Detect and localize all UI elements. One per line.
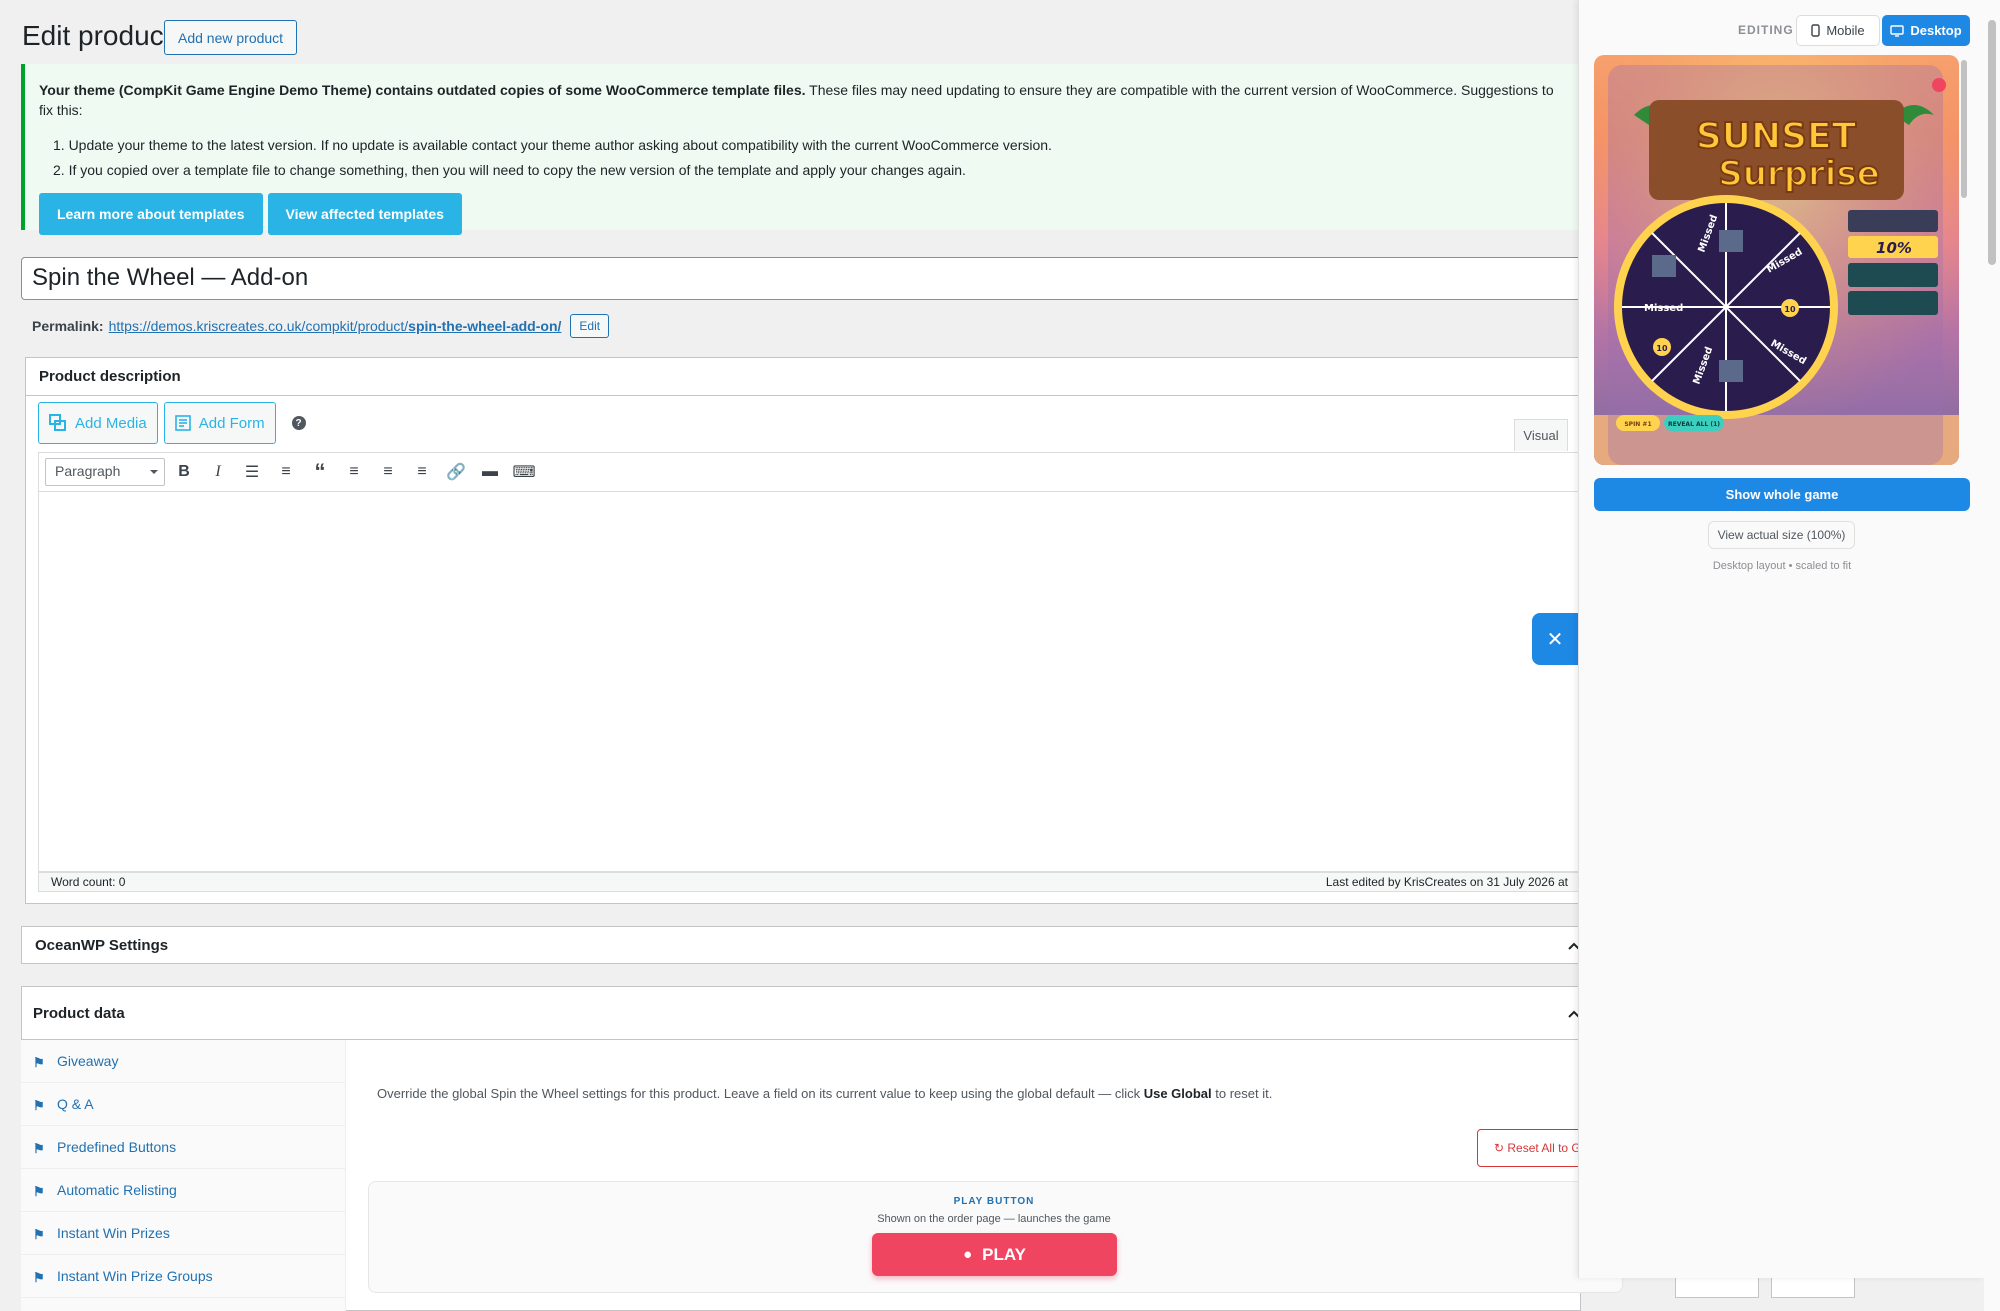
game-title-line-1: SUNSET bbox=[1696, 116, 1857, 157]
prize-card bbox=[1848, 263, 1938, 287]
prize-coin-label: 10 bbox=[1656, 344, 1668, 353]
prize-thumbnail bbox=[1652, 255, 1676, 277]
wheel-icon: ⚑ bbox=[33, 1184, 45, 1199]
bold-icon[interactable]: B bbox=[169, 458, 199, 486]
format-select[interactable]: Paragraph bbox=[45, 458, 165, 486]
product-description-heading: Product description bbox=[26, 358, 1580, 396]
game-title-line-2: Surprise bbox=[1718, 154, 1880, 194]
add-media-button[interactable]: Add Media bbox=[38, 402, 158, 444]
trophy-icon: ● bbox=[963, 1246, 973, 1263]
prize-coin-label: 10 bbox=[1784, 305, 1796, 314]
thumbnail[interactable] bbox=[1675, 1276, 1759, 1298]
oceanwp-settings-heading: OceanWP Settings bbox=[35, 937, 169, 954]
wheel-icon: ⚑ bbox=[33, 1098, 45, 1113]
link-icon[interactable]: 🔗 bbox=[441, 458, 471, 486]
read-more-icon[interactable]: ▬ bbox=[475, 458, 505, 486]
tab-qa[interactable]: ⚑ Q & A bbox=[21, 1083, 345, 1126]
tab-instant-win-prize-groups[interactable]: ⚑ Instant Win Prize Groups bbox=[21, 1255, 345, 1298]
notice-list-item: 1. Update your theme to the latest versi… bbox=[53, 137, 1052, 153]
play-button[interactable]: ● PLAY bbox=[872, 1233, 1117, 1276]
tab-automatic-relisting[interactable]: ⚑ Automatic Relisting bbox=[21, 1169, 345, 1212]
editing-label: EDITING bbox=[1738, 23, 1794, 37]
form-icon bbox=[174, 415, 191, 431]
reset-all-button[interactable]: ↻ Reset All to G bbox=[1477, 1129, 1587, 1167]
notice-bold-text: Your theme (CompKit Game Engine Demo The… bbox=[39, 82, 806, 98]
editor-content-area[interactable] bbox=[38, 492, 1581, 872]
media-icon bbox=[49, 414, 66, 431]
close-icon: ✕ bbox=[1546, 628, 1564, 651]
monitor-icon bbox=[1890, 24, 1905, 37]
mobile-toggle[interactable]: Mobile bbox=[1796, 15, 1880, 46]
toolbar-toggle-icon[interactable]: ⌨ bbox=[509, 458, 539, 486]
phone-icon bbox=[1811, 24, 1821, 37]
align-left-icon[interactable]: ≡ bbox=[339, 458, 369, 486]
spin-chip-label: SPIN #1 bbox=[1624, 421, 1651, 428]
align-center-icon[interactable]: ≡ bbox=[373, 458, 403, 486]
layout-note: Desktop layout • scaled to fit bbox=[1712, 560, 1852, 572]
reveal-chip-label: REVEAL ALL (1) bbox=[1668, 421, 1720, 428]
override-description: Override the global Spin the Wheel setti… bbox=[377, 1086, 1273, 1101]
notice-list-item: 2. If you copied over a template file to… bbox=[53, 162, 966, 178]
italic-icon[interactable]: I bbox=[203, 458, 233, 486]
thumbnail[interactable] bbox=[1771, 1276, 1855, 1298]
word-count: Word count: 0 bbox=[51, 875, 126, 889]
prize-card bbox=[1848, 210, 1938, 232]
preview-scrollbar[interactable] bbox=[1961, 60, 1967, 198]
permalink-label: Permalink: bbox=[32, 318, 104, 334]
wheel-icon: ⚑ bbox=[33, 1270, 45, 1285]
page-title: Edit product bbox=[22, 20, 172, 51]
oceanwp-settings-box[interactable]: OceanWP Settings bbox=[21, 926, 1581, 964]
editor-toolbar: Paragraph B I ☰ ≡ “ ≡ ≡ ≡ 🔗 ▬ ⌨ bbox=[38, 452, 1581, 492]
view-actual-size-button[interactable]: View actual size (100%) bbox=[1708, 521, 1855, 549]
play-button-label: PLAY BUTTON bbox=[953, 1196, 1035, 1207]
tab-predefined-buttons[interactable]: ⚑ Predefined Buttons bbox=[21, 1126, 345, 1169]
tab-instant-win-prizes[interactable]: ⚑ Instant Win Prizes bbox=[21, 1212, 345, 1255]
view-affected-templates-button[interactable]: View affected templates bbox=[267, 193, 462, 235]
add-new-product-button[interactable]: Add new product bbox=[164, 20, 298, 55]
notice-list: 1. Update your theme to the latest versi… bbox=[53, 133, 1566, 183]
permalink-edit-button[interactable]: Edit bbox=[570, 314, 610, 338]
wheel-icon: ⚑ bbox=[33, 1055, 45, 1070]
wheel-segment-label: Missed bbox=[1644, 303, 1683, 314]
product-data-heading: Product data bbox=[22, 987, 1580, 1040]
learn-more-templates-button[interactable]: Learn more about templates bbox=[39, 193, 263, 235]
bullet-list-icon[interactable]: ☰ bbox=[237, 458, 267, 486]
play-button-subtext: Shown on the order page — launches the g… bbox=[877, 1213, 1111, 1225]
prize-card bbox=[1848, 291, 1938, 315]
wheel-icon: ⚑ bbox=[33, 1227, 45, 1242]
last-edited: Last edited by KrisCreates on 31 July 20… bbox=[1325, 875, 1568, 889]
prize-thumbnail bbox=[1719, 360, 1743, 382]
desktop-toggle[interactable]: Desktop bbox=[1882, 15, 1970, 46]
page-scrollbar-thumb[interactable] bbox=[1988, 20, 1996, 265]
blockquote-icon[interactable]: “ bbox=[305, 458, 335, 486]
tab-visual[interactable]: Visual bbox=[1514, 419, 1568, 451]
editor-status-bar: Word count: 0 Last edited by KrisCreates… bbox=[38, 872, 1581, 892]
template-notice: Your theme (CompKit Game Engine Demo The… bbox=[21, 64, 1580, 235]
wheel-icon: ⚑ bbox=[33, 1141, 45, 1156]
game-preview[interactable]: SUNSET Surprise Missed Missed Missed Mis… bbox=[1594, 55, 1959, 465]
prize-percent: 10% bbox=[1876, 239, 1912, 257]
tab-giveaway[interactable]: ⚑ Giveaway bbox=[21, 1040, 345, 1083]
close-panel-button[interactable]: ✕ bbox=[1532, 613, 1578, 665]
media-buttons: Add Media Add Form ? bbox=[38, 402, 306, 444]
product-data-tabs: ⚑ Giveaway ⚑ Q & A ⚑ Predefined Buttons ⚑ Au… bbox=[21, 1040, 346, 1311]
numbered-list-icon[interactable]: ≡ bbox=[271, 458, 301, 486]
permalink-row: Permalink: https://demos.kriscreates.co.… bbox=[32, 314, 610, 338]
align-right-icon[interactable]: ≡ bbox=[407, 458, 437, 486]
close-icon[interactable] bbox=[1932, 78, 1946, 92]
permalink-link[interactable]: https://demos.kriscreates.co.uk/compkit/… bbox=[109, 318, 562, 334]
game-preview-art: SUNSET Surprise Missed Missed Missed Mis… bbox=[1594, 55, 1959, 465]
prize-thumbnail bbox=[1719, 230, 1743, 252]
show-whole-game-button[interactable]: Show whole game bbox=[1594, 478, 1970, 511]
product-title-input[interactable]: Spin the Wheel — Add-on bbox=[21, 257, 1581, 300]
add-form-button[interactable]: Add Form bbox=[163, 402, 276, 444]
help-icon[interactable]: ? bbox=[291, 416, 306, 430]
